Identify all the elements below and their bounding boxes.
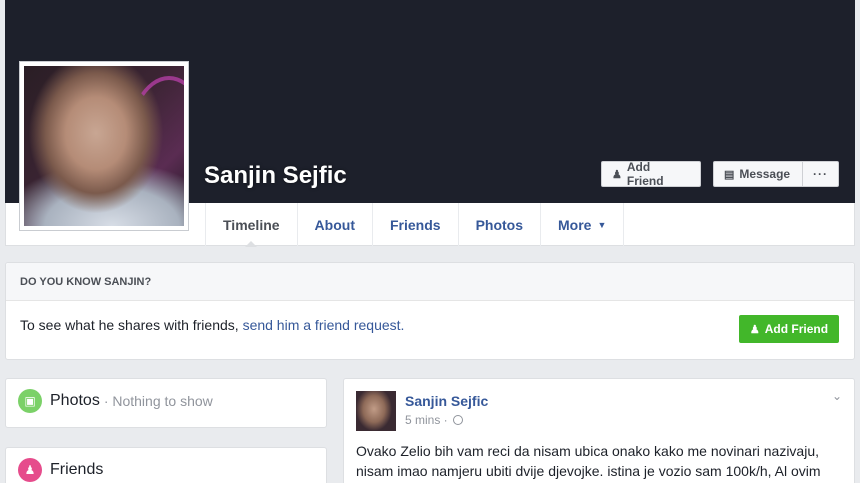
do-you-know-panel: DO YOU KNOW SANJIN? To see what he share…	[5, 262, 855, 360]
panel-heading: DO YOU KNOW SANJIN?	[6, 263, 854, 301]
add-friend-label: Add Friend	[764, 322, 829, 336]
more-options-button[interactable]: ···	[802, 161, 839, 187]
friends-card[interactable]: ♟ Friends	[5, 447, 327, 483]
friend-request-link[interactable]: send him a friend request.	[243, 317, 405, 333]
message-button[interactable]: ▤ Message	[713, 161, 803, 187]
tab-label: Photos	[475, 216, 524, 233]
add-friend-icon: ♟	[612, 168, 622, 181]
post-author-name[interactable]: Sanjin Sejfic	[405, 393, 488, 409]
profile-picture[interactable]	[19, 61, 189, 231]
tab-timeline[interactable]: Timeline	[205, 203, 298, 247]
photos-card[interactable]: ▣ Photos · Nothing to show	[5, 378, 327, 428]
photos-icon: ▣	[18, 389, 42, 413]
tab-about[interactable]: About	[298, 203, 373, 246]
panel-message: To see what he shares with friends,	[20, 317, 243, 333]
post-author-avatar[interactable]	[356, 391, 396, 431]
tab-photos[interactable]: Photos	[459, 203, 542, 246]
more-dots-icon: ···	[813, 167, 828, 181]
chevron-down-icon[interactable]: ⌄	[832, 389, 842, 403]
post-text: Ovako Zelio bih vam reci da nisam ubica …	[356, 443, 821, 479]
profile-name[interactable]: Sanjin Sejfic	[204, 162, 347, 190]
avatar	[24, 66, 184, 226]
globe-icon	[453, 415, 464, 425]
message-label: Message	[739, 167, 791, 181]
add-friend-icon: ♟	[749, 323, 760, 336]
tab-label: Timeline	[223, 216, 280, 233]
profile-tabs: Timeline About Friends Photos More ▼	[205, 203, 625, 247]
post-meta: 5 mins ·	[405, 413, 464, 427]
add-friend-green-button[interactable]: ♟ Add Friend	[739, 315, 839, 343]
caret-down-icon: ▼	[597, 219, 607, 230]
post-card: Sanjin Sejfic 5 mins · ⌄ Ovako Zelio bih…	[343, 378, 855, 483]
photos-empty-text: · Nothing to show	[103, 393, 213, 409]
photos-title: Photos	[50, 392, 100, 409]
friends-title: Friends	[50, 461, 104, 478]
tab-label: About	[314, 216, 355, 233]
friends-icon: ♟	[18, 458, 42, 482]
add-friend-button[interactable]: ♟ Add Friend	[601, 160, 701, 188]
post-timestamp[interactable]: 5 mins ·	[405, 413, 451, 427]
tab-label: More	[558, 216, 592, 233]
tab-label: Friends	[389, 216, 441, 233]
panel-text: To see what he shares with friends, send…	[6, 301, 854, 349]
message-icon: ▤	[724, 168, 735, 181]
tab-friends[interactable]: Friends	[373, 203, 459, 246]
tab-more[interactable]: More ▼	[541, 203, 625, 246]
add-friend-label: Add Friend	[626, 160, 664, 188]
